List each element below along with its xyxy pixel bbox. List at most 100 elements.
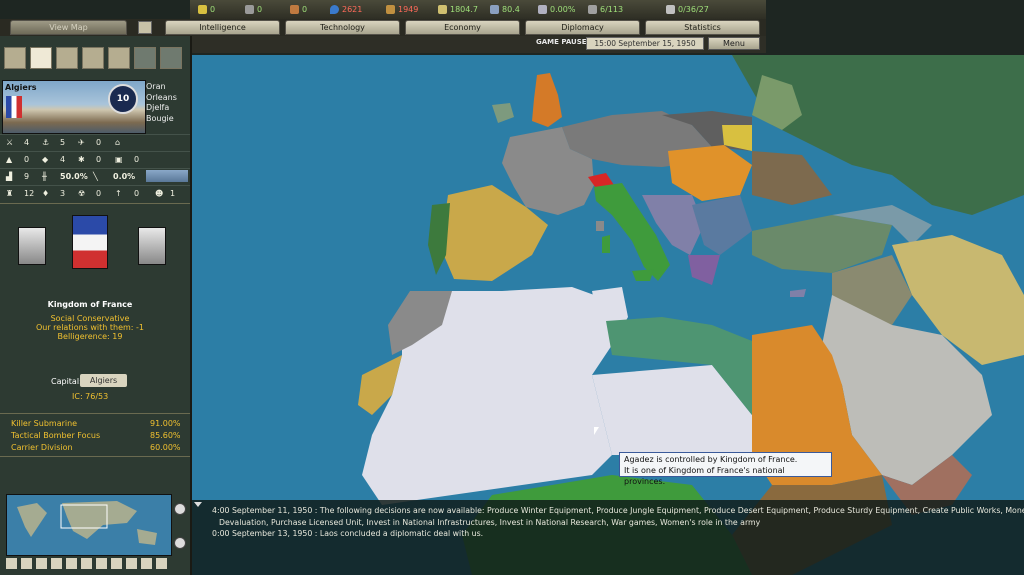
filter-icon[interactable] bbox=[66, 558, 77, 569]
rare-materials-icon bbox=[290, 5, 299, 14]
message-filter-bar bbox=[6, 558, 170, 571]
filter-icon[interactable] bbox=[6, 558, 17, 569]
minimap[interactable] bbox=[6, 494, 172, 556]
nation-belligerence: Belligerence: 19 bbox=[57, 332, 123, 341]
filter-icon[interactable] bbox=[81, 558, 92, 569]
head-of-state-portrait[interactable] bbox=[18, 227, 46, 265]
stat-value: 4 bbox=[60, 155, 66, 164]
minimap-graphic bbox=[17, 501, 157, 545]
transport-resource: 0.00% bbox=[538, 3, 575, 16]
radar-icon: ⌂ bbox=[115, 138, 121, 147]
map-mode-weather-button[interactable] bbox=[134, 47, 156, 69]
divider bbox=[0, 134, 190, 135]
research-item-name: Killer Submarine bbox=[11, 419, 78, 428]
supplies-resource: 1949 bbox=[386, 3, 418, 16]
divider bbox=[0, 203, 190, 204]
metal-resource: 0 bbox=[245, 3, 262, 16]
log-message-continuation: Devaluation, Purchase Licensed Unit, Inv… bbox=[219, 518, 761, 527]
neighbor-oran[interactable]: Oran bbox=[146, 82, 190, 93]
filter-icon[interactable] bbox=[36, 558, 47, 569]
sardinia-region[interactable] bbox=[602, 235, 610, 253]
tooltip-line: It is one of Kingdom of France's nationa… bbox=[624, 466, 785, 486]
map-mode-supply-button[interactable] bbox=[56, 47, 78, 69]
map-mode-naval-button[interactable] bbox=[108, 47, 130, 69]
zoom-in-button[interactable] bbox=[174, 503, 186, 515]
zoom-out-button[interactable] bbox=[174, 537, 186, 549]
stat-value: 0.0% bbox=[113, 172, 136, 181]
money-resource: 1804.7 bbox=[438, 3, 478, 16]
map-mode-diplomacy-button[interactable] bbox=[160, 47, 182, 69]
escort-ship-icon bbox=[588, 5, 597, 14]
filter-icon[interactable] bbox=[51, 558, 62, 569]
rail-icon: ╲ bbox=[93, 172, 98, 181]
aa-icon: ✱ bbox=[78, 155, 85, 164]
oil-resource: 2621 bbox=[330, 3, 362, 16]
tab-technology[interactable]: Technology bbox=[285, 20, 400, 35]
collapse-log-icon[interactable] bbox=[194, 502, 202, 507]
corsica-region[interactable] bbox=[596, 221, 604, 231]
log-message: 0:00 September 13, 1950 : Laos concluded… bbox=[212, 529, 484, 538]
filter-icon[interactable] bbox=[21, 558, 32, 569]
capital-button[interactable]: Algiers bbox=[80, 374, 127, 387]
factory-icon: ▲ bbox=[6, 155, 13, 164]
map-mode-terrain-button[interactable] bbox=[4, 47, 26, 69]
main-tab-bar: View Map Intelligence Technology Economy… bbox=[0, 19, 766, 36]
research-item-name: Carrier Division bbox=[11, 443, 73, 452]
supplies-icon bbox=[386, 5, 395, 14]
menu-button[interactable]: Menu bbox=[708, 37, 760, 50]
province-tooltip: Agadez is controlled by Kingdom of Franc… bbox=[619, 452, 832, 486]
neighbor-orleans[interactable]: Orleans bbox=[146, 93, 190, 104]
tab-intelligence[interactable]: Intelligence bbox=[165, 20, 280, 35]
filter-icon[interactable] bbox=[156, 558, 167, 569]
nation-name: Kingdom of France bbox=[47, 300, 133, 309]
filter-icon[interactable] bbox=[111, 558, 122, 569]
anchor-icon: ⚓ bbox=[42, 138, 50, 147]
divider bbox=[0, 185, 190, 186]
neighbor-provinces: Oran Orleans Djelfa Bougie bbox=[146, 82, 190, 128]
terrain-thumbnail bbox=[146, 170, 188, 182]
nation-flag[interactable] bbox=[72, 215, 108, 269]
stat-value: 4 bbox=[24, 138, 30, 147]
crosshair-icon[interactable] bbox=[138, 21, 152, 34]
stat-value: 3 bbox=[60, 189, 66, 198]
neighbor-djelfa[interactable]: Djelfa bbox=[146, 103, 190, 114]
oil-drop-icon bbox=[330, 5, 339, 14]
neighbor-bougie[interactable]: Bougie bbox=[146, 114, 190, 125]
research-item-progress: 60.00% bbox=[150, 443, 181, 452]
convoys-resource: 0/36/27 bbox=[666, 3, 709, 16]
stat-value: 0 bbox=[96, 155, 102, 164]
metal-icon bbox=[245, 5, 254, 14]
divider bbox=[0, 168, 190, 169]
leadership-icon: ♦ bbox=[42, 189, 50, 198]
filter-icon[interactable] bbox=[126, 558, 137, 569]
filter-icon[interactable] bbox=[96, 558, 107, 569]
tab-diplomacy[interactable]: Diplomacy bbox=[525, 20, 640, 35]
fort-icon: ♜ bbox=[6, 189, 14, 198]
game-paused-label: GAME PAUSED bbox=[536, 38, 593, 46]
log-message: 4:00 September 11, 1950 : The following … bbox=[212, 506, 1024, 515]
tab-view-map[interactable]: View Map bbox=[10, 20, 127, 35]
filter-icon[interactable] bbox=[141, 558, 152, 569]
nuclear-icon: ☢ bbox=[78, 189, 86, 198]
map-mode-political-button[interactable] bbox=[30, 47, 52, 69]
airfield-icon: ✈ bbox=[78, 138, 85, 147]
manpower-icon bbox=[490, 5, 499, 14]
tab-statistics[interactable]: Statistics bbox=[645, 20, 760, 35]
stat-value: 0 bbox=[134, 155, 140, 164]
transport-icon bbox=[538, 5, 547, 14]
stat-value: 0 bbox=[24, 155, 30, 164]
stat-value: 50.0% bbox=[60, 172, 88, 181]
research-item-name: Tactical Bomber Focus bbox=[11, 431, 101, 440]
map-mode-air-button[interactable] bbox=[82, 47, 104, 69]
head-of-government-portrait[interactable] bbox=[138, 227, 166, 265]
world-map[interactable] bbox=[192, 55, 1024, 575]
province-flag bbox=[6, 96, 22, 118]
rocket-icon: ↑ bbox=[115, 189, 122, 198]
stat-value: 9 bbox=[24, 172, 30, 181]
mouse-cursor bbox=[594, 427, 604, 435]
stat-value: 5 bbox=[60, 138, 66, 147]
victory-points-badge: 10 bbox=[108, 84, 138, 114]
status-bar: GAME PAUSED 15:00 September 15, 1950 Men… bbox=[190, 36, 766, 53]
energy-icon bbox=[198, 5, 207, 14]
tab-economy[interactable]: Economy bbox=[405, 20, 520, 35]
